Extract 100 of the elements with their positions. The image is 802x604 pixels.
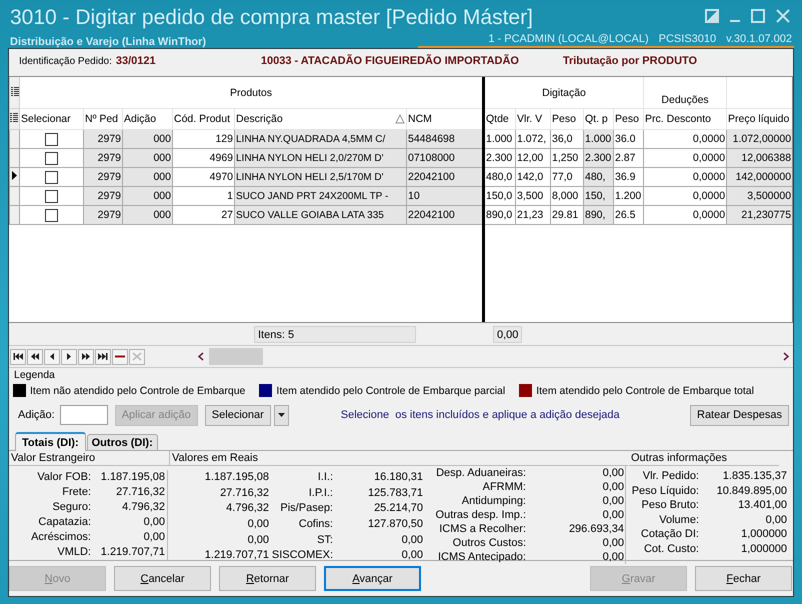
field-value: 0,00 (526, 536, 626, 550)
field-value: 1.219.707,71 (204, 548, 269, 564)
action-button[interactable]: Fechar (695, 566, 792, 591)
table-cell: 21,230775 (741, 209, 792, 221)
table-cell: 36.9 (615, 171, 636, 183)
prior-button[interactable] (44, 348, 60, 364)
next-button[interactable] (61, 348, 77, 364)
field-value: 13.401,00 (737, 498, 787, 512)
scroll-right-icon[interactable] (782, 352, 790, 361)
delete-button[interactable] (112, 348, 128, 364)
field-value: 0,00 (526, 550, 626, 564)
total-value: 0,00 (493, 326, 522, 342)
action-button[interactable]: Retornar (219, 566, 316, 591)
first-button[interactable] (10, 348, 26, 364)
section-title: Valores em Reais (170, 451, 628, 466)
scroll-thumb[interactable] (209, 348, 263, 365)
table-cell: 4969 (210, 152, 233, 164)
table-cell: 2979 (98, 209, 121, 221)
checkbox[interactable] (45, 190, 58, 202)
field-label: Outros Custos: (452, 536, 526, 550)
table-cell: 2.300 (486, 152, 512, 164)
dropdown-button[interactable] (274, 404, 289, 426)
field-value: 4.796,32 (225, 501, 269, 516)
checkbox[interactable] (45, 152, 58, 164)
section-title: Outras informações (629, 451, 779, 466)
table-cell: 129 (215, 133, 233, 145)
split-expenses-button[interactable]: Ratear Despesas (690, 404, 789, 426)
maximize-icon[interactable] (751, 9, 765, 23)
restore-icon[interactable] (705, 9, 719, 23)
table-cell: 4970 (210, 171, 233, 183)
field-value: 25.214,70 (373, 501, 423, 516)
fast-forward-icon (81, 352, 91, 361)
section-title: Valor Estrangeiro (9, 451, 170, 466)
field-value: 0,00 (246, 516, 269, 532)
field-label: Desp. Aduaneiras: (435, 466, 526, 480)
horizontal-scrollbar[interactable] (197, 348, 790, 365)
last-button[interactable] (95, 348, 111, 364)
table-cell: 3,500 (517, 190, 544, 202)
field-value: 4.796,32 (91, 500, 168, 515)
table-cell: 29.81 (552, 209, 578, 221)
close-icon[interactable] (776, 9, 790, 23)
table-cell: 000 (153, 171, 171, 183)
tab[interactable]: Outros (DI): (86, 434, 158, 450)
field-value: 0,00 (400, 548, 423, 564)
scroll-left-icon[interactable] (197, 352, 205, 361)
field-label: Pis/Pasep: (279, 501, 333, 516)
field-value: 1.219.707,71 (91, 545, 168, 560)
action-button[interactable]: Avançar (324, 566, 421, 591)
order-id-label: Identificação Pedido: (19, 56, 112, 66)
table-cell: 0,0000 (692, 152, 726, 164)
grid-menu-icon[interactable] (10, 86, 18, 96)
field-value: 0,00 (526, 494, 626, 508)
field-value: 0,00 (400, 532, 423, 548)
field-label: Seguro: (51, 500, 91, 515)
table-cell: 1 (227, 190, 233, 202)
next-page-button[interactable] (78, 348, 94, 364)
addition-label: Adição: (18, 409, 55, 421)
legend-label: Item não atendido pelo Controle de Embarque (30, 384, 246, 396)
grid-menu-icon[interactable] (10, 113, 18, 122)
legend-title: Legenda (13, 368, 56, 382)
table-cell: 10 (408, 190, 420, 202)
field-label: Cofins: (298, 516, 333, 532)
table-cell: 480,0 (486, 171, 512, 183)
order-id-value: 33/0121 (116, 55, 157, 67)
field-label: Peso Líquido: (630, 484, 699, 498)
field-value: 1,000000 (740, 527, 787, 542)
checkbox[interactable] (45, 170, 58, 184)
checkbox[interactable] (45, 208, 58, 222)
field-value: 0,00 (526, 480, 626, 494)
table-cell: 000 (153, 190, 171, 202)
cross-icon (132, 352, 142, 361)
addition-field[interactable] (60, 405, 108, 425)
table-cell: 2979 (98, 190, 121, 202)
prior-page-button[interactable] (27, 348, 43, 364)
caret-icon (278, 413, 285, 417)
sort-icon[interactable] (395, 114, 405, 124)
field-label: VMLD: (56, 545, 91, 560)
select-button[interactable]: Selecionar (204, 404, 271, 426)
field-value: 296.693,34 (526, 522, 626, 536)
column-header[interactable]: NCM (408, 113, 432, 125)
tab[interactable]: Totais (DI): (15, 432, 86, 451)
items-count: Itens: 5 (254, 326, 416, 342)
field-label: Valor FOB: (36, 470, 91, 485)
hint-text: Selecione os itens incluídos e aplique a adição desejada (340, 409, 620, 421)
table-cell: 8,000 (552, 190, 578, 202)
checkbox[interactable] (45, 132, 58, 146)
table-cell: 54484698 (408, 133, 455, 145)
table-cell: 3,500000 (747, 190, 792, 202)
column-header[interactable]: Descrição (236, 113, 283, 125)
field-value: 27.716,32 (91, 485, 168, 500)
field-value: 27.716,32 (219, 486, 269, 501)
table-cell: 1.072, (517, 133, 546, 145)
table-cell: 27 (221, 209, 233, 221)
field-label: Frete: (61, 485, 91, 500)
table-cell: 0,0000 (692, 171, 726, 183)
column-group-header: Deduções (661, 94, 709, 106)
action-button[interactable]: Cancelar (114, 566, 211, 591)
field-value: 125.783,71 (366, 486, 423, 501)
table-cell: LINHA NYLON HELI 2,5/170M D' (236, 172, 384, 182)
window-subtitle: Distribuição e Varejo (Linha WinThor) (10, 36, 206, 48)
